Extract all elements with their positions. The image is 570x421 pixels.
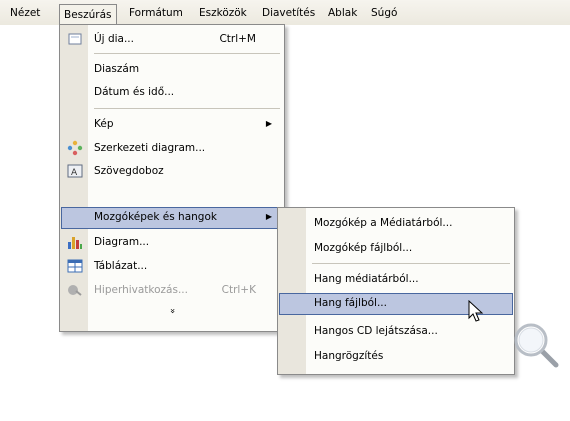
submenu-item-clip-movie[interactable]: Mozgókép a Médiatárból...: [280, 212, 512, 234]
hyperlink-icon: [67, 282, 83, 298]
menu-item-slide-number[interactable]: Diaszám: [62, 58, 282, 80]
submenu-arrow-icon: ▶: [265, 119, 272, 128]
menu-bar: Nézet Beszúrás Formátum Eszközök Diavetí…: [0, 0, 570, 25]
submenu-item-clip-sound[interactable]: Hang médiatárból...: [280, 268, 512, 290]
media-submenu: Mozgókép a Médiatárból... Mozgókép fájlb…: [277, 207, 515, 375]
new-slide-icon: [67, 31, 83, 47]
submenu-arrow-icon: ▶: [265, 212, 272, 221]
menu-separator: [94, 53, 280, 54]
org-chart-icon: [67, 140, 83, 156]
insert-menu: Új dia... Ctrl+M Diaszám Dátum és idő...…: [59, 24, 285, 332]
menu-eszkozok[interactable]: Eszközök: [195, 6, 251, 21]
submenu-item-record-sound[interactable]: Hangrögzítés: [280, 345, 512, 367]
menu-formatum[interactable]: Formátum: [125, 6, 187, 21]
menu-item-picture[interactable]: Kép ▶: [62, 113, 282, 135]
menu-ablak[interactable]: Ablak: [324, 6, 361, 21]
magnifier-icon: [512, 321, 560, 369]
menu-beszuras[interactable]: Beszúrás: [59, 4, 117, 25]
menu-separator: [94, 108, 280, 109]
menu-item-new-slide[interactable]: Új dia... Ctrl+M: [62, 28, 282, 50]
menu-nezet[interactable]: Nézet: [6, 6, 44, 21]
menu-sugo[interactable]: Súgó: [367, 6, 401, 21]
menu-item-textbox[interactable]: A Szövegdoboz: [62, 160, 282, 182]
textbox-icon: A: [67, 163, 83, 179]
chart-icon: [67, 234, 83, 250]
menu-item-date-time[interactable]: Dátum és idő...: [62, 81, 282, 103]
mouse-cursor-icon: [468, 299, 486, 324]
svg-text:A: A: [71, 168, 78, 178]
submenu-item-movie-file[interactable]: Mozgókép fájlból...: [280, 237, 512, 259]
expand-chevron-icon: »: [167, 308, 177, 314]
menu-expand-button[interactable]: »: [62, 304, 282, 320]
menu-separator: [312, 263, 510, 264]
menu-item-org-chart[interactable]: Szerkezeti diagram...: [62, 137, 282, 159]
menu-diavetites[interactable]: Diavetítés: [258, 6, 319, 21]
table-icon: [67, 258, 83, 274]
